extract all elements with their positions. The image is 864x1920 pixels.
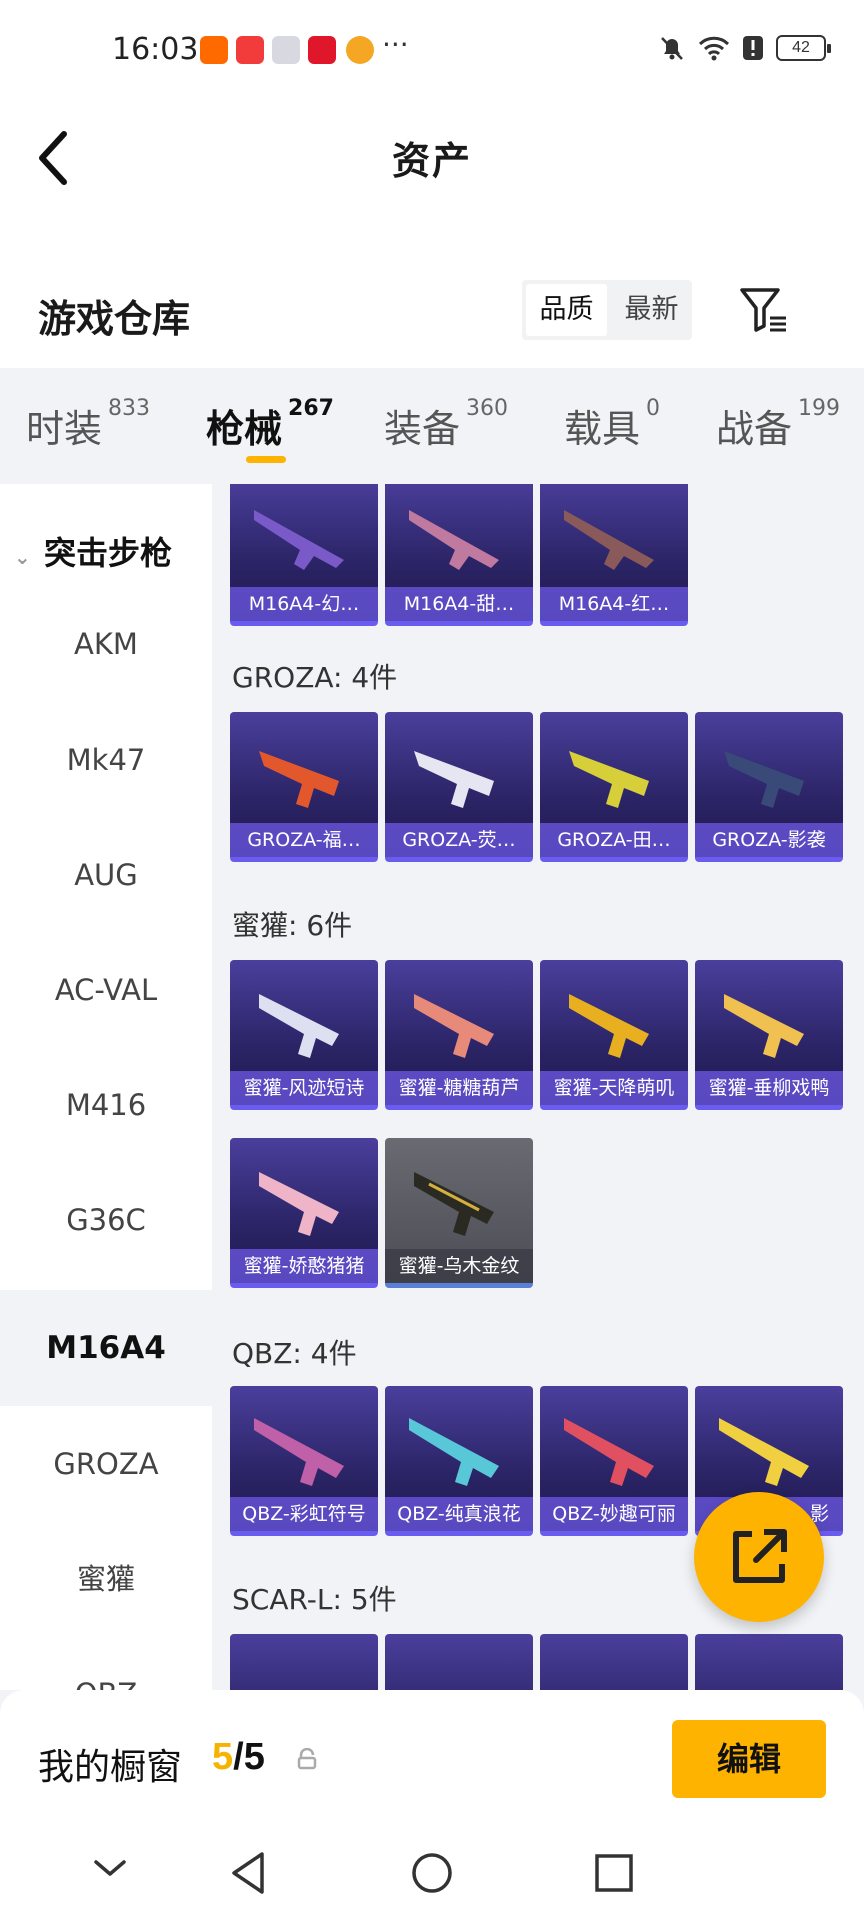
- skin-card[interactable]: M16A4-甜…: [385, 484, 533, 626]
- sidebar-group-assault-rifles[interactable]: ⌄ 突击步枪: [14, 528, 172, 574]
- skin-card[interactable]: 蜜獾-糖糖葫芦: [385, 960, 533, 1110]
- sidebar-item-m16a4[interactable]: M16A4: [0, 1290, 212, 1406]
- sort-newest-option[interactable]: 最新: [611, 280, 692, 340]
- mute-icon: [661, 37, 683, 60]
- wifi-icon: [698, 36, 730, 61]
- rifle-image: [414, 1172, 494, 1236]
- skin-card[interactable]: GROZA-田…: [540, 712, 688, 862]
- rifle-image: [414, 751, 494, 808]
- category-tabs: 时装 833 枪械 267 装备 360 载具 0 战备 199: [0, 368, 864, 484]
- edit-button[interactable]: 编辑: [672, 1720, 826, 1798]
- huawei-notification-icon: [236, 36, 264, 64]
- app-notification-icon-3: [346, 36, 374, 64]
- rifle-image: [414, 994, 494, 1058]
- rifle-image: [569, 751, 649, 808]
- skin-card[interactable]: GROZA-影袭: [695, 712, 843, 862]
- skin-card[interactable]: QBZ-纯真浪花: [385, 1386, 533, 1536]
- section-title-qbz: QBZ: 4件: [232, 1337, 357, 1370]
- skin-card[interactable]: 蜜獾-天降萌叽: [540, 960, 688, 1110]
- nav-bar: 资产: [0, 100, 864, 210]
- chevron-down-icon: ⌄: [14, 545, 31, 569]
- sidebar-item-aug[interactable]: AUG: [0, 835, 212, 915]
- status-icons: 42: [658, 34, 831, 62]
- screen: 16:03 ··· 42 资产 游戏仓库 品质 最新 时装 833 枪械 267 装…: [0, 0, 864, 1920]
- rifle-image: [259, 1172, 339, 1236]
- tab-vehicles[interactable]: 载具 0: [564, 396, 660, 453]
- tab-equipment[interactable]: 装备 360: [384, 396, 508, 453]
- sidebar-item-honey-badger[interactable]: 蜜獾: [0, 1539, 212, 1619]
- rifle-image: [564, 510, 654, 570]
- lock-icon: [297, 1748, 317, 1770]
- rifle-image: [719, 1418, 809, 1486]
- tab-tactical[interactable]: 战备 199: [716, 396, 840, 453]
- more-notifications-icon: ···: [382, 28, 409, 61]
- nav-home-icon[interactable]: [410, 1848, 454, 1898]
- app-notification-icon-2: [308, 36, 336, 64]
- rifle-image: [259, 994, 339, 1058]
- rifle-image: [259, 751, 339, 808]
- skin-card[interactable]: [385, 1634, 533, 1690]
- showcase-label: 我的橱窗: [38, 1747, 183, 1788]
- skin-card[interactable]: GROZA-荧…: [385, 712, 533, 862]
- showcase-bar: 我的橱窗 5/5 编辑: [0, 1690, 864, 1830]
- sidebar-item-akm[interactable]: AKM: [0, 604, 212, 684]
- sort-quality-option[interactable]: 品质: [526, 284, 607, 336]
- nav-recents-icon[interactable]: [592, 1848, 636, 1898]
- share-button[interactable]: [694, 1492, 824, 1622]
- share-icon: [733, 1529, 787, 1583]
- skin-card[interactable]: [230, 1634, 378, 1690]
- app-notification-icon: [272, 36, 300, 64]
- skin-card[interactable]: 蜜獾-垂柳戏鸭: [695, 960, 843, 1110]
- warehouse-header: 游戏仓库 品质 最新: [0, 210, 864, 368]
- rifle-image: [724, 994, 804, 1058]
- tab-firearms[interactable]: 枪械 267: [206, 396, 334, 453]
- skin-card[interactable]: [540, 1634, 688, 1690]
- rifle-image: [254, 1418, 344, 1486]
- status-bar: 16:03 ··· 42: [0, 0, 864, 100]
- sort-toggle: 品质 最新: [522, 280, 692, 340]
- sidebar-item-qbz[interactable]: QBZ: [0, 1654, 212, 1690]
- skin-card[interactable]: 蜜獾-乌木金纹: [385, 1138, 533, 1288]
- warehouse-title: 游戏仓库: [38, 297, 191, 341]
- alert-icon: [743, 36, 763, 60]
- status-time: 16:03: [112, 32, 199, 67]
- skin-card[interactable]: [695, 1634, 843, 1690]
- skin-card[interactable]: GROZA-福…: [230, 712, 378, 862]
- section-title-scar-l: SCAR-L: 5件: [232, 1583, 397, 1616]
- skin-card[interactable]: M16A4-红…: [540, 484, 688, 626]
- page-title: 资产: [391, 139, 472, 183]
- weapon-sidebar: ⌄ 突击步枪 AKM Mk47 AUG AC-VAL M416 G36C M16A…: [0, 484, 212, 1690]
- showcase-count: 5/5: [212, 1736, 265, 1778]
- sidebar-item-mk47[interactable]: Mk47: [0, 720, 212, 800]
- sidebar-item-g36c[interactable]: G36C: [0, 1180, 212, 1260]
- skin-card[interactable]: 蜜獾-娇憨猪猪: [230, 1138, 378, 1288]
- rifle-image: [724, 751, 804, 808]
- tab-fashion[interactable]: 时装 833: [26, 396, 150, 453]
- rifle-image: [564, 1418, 654, 1486]
- rifle-image: [254, 510, 344, 570]
- skin-card[interactable]: 蜜獾-风迹短诗: [230, 960, 378, 1110]
- active-tab-indicator: [246, 456, 286, 463]
- section-title-groza: GROZA: 4件: [232, 661, 398, 694]
- sidebar-item-groza[interactable]: GROZA: [0, 1424, 212, 1504]
- section-title-honey-badger: 蜜獾: 6件: [232, 909, 353, 942]
- rifle-image: [569, 994, 649, 1058]
- system-nav-bar: [0, 1830, 864, 1920]
- taobao-notification-icon: [200, 36, 228, 64]
- skin-card[interactable]: M16A4-幻…: [230, 484, 378, 626]
- rifle-image: [409, 1418, 499, 1486]
- skin-card[interactable]: QBZ-彩虹符号: [230, 1386, 378, 1536]
- battery-icon: 42: [776, 35, 831, 61]
- skin-card[interactable]: QBZ-妙趣可丽: [540, 1386, 688, 1536]
- sidebar-item-ac-val[interactable]: AC-VAL: [0, 950, 212, 1030]
- filter-icon[interactable]: [738, 284, 790, 336]
- sidebar-item-m416[interactable]: M416: [0, 1065, 212, 1145]
- rifle-image: [409, 510, 499, 570]
- collapse-icon[interactable]: [90, 1848, 130, 1888]
- nav-back-icon[interactable]: [226, 1848, 270, 1898]
